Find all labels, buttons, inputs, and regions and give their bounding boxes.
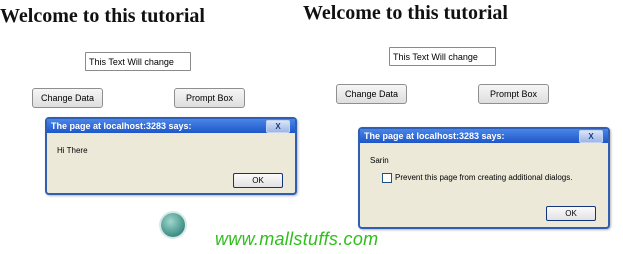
text-input-right[interactable]: This Text Will change xyxy=(389,47,496,66)
change-data-button-right[interactable]: Change Data xyxy=(336,84,407,104)
seal-logo xyxy=(161,213,185,237)
dialog-title-bar: The page at localhost:3283 says: X xyxy=(47,119,295,133)
watermark-text: www.mallstuffs.com xyxy=(215,229,379,249)
ok-button[interactable]: OK xyxy=(546,206,596,221)
change-data-button-left[interactable]: Change Data xyxy=(32,88,103,108)
close-icon[interactable]: X xyxy=(266,120,290,133)
dialog-title: The page at localhost:3283 says: xyxy=(51,121,192,131)
prevent-dialogs-label[interactable]: Prevent this page from creating addition… xyxy=(395,173,572,182)
prompt-box-button-left[interactable]: Prompt Box xyxy=(174,88,245,108)
dialog-title: The page at localhost:3283 says: xyxy=(364,131,505,141)
page-heading-right: Welcome to this tutorial xyxy=(303,2,508,24)
dialog-title-bar: The page at localhost:3283 says: X xyxy=(360,129,608,143)
alert-dialog-left: The page at localhost:3283 says: X Hi Th… xyxy=(45,117,297,195)
alert-dialog-right: The page at localhost:3283 says: X Sarin… xyxy=(358,127,610,229)
close-icon[interactable]: X xyxy=(579,130,603,143)
ok-button[interactable]: OK xyxy=(233,173,283,188)
page-heading-left: Welcome to this tutorial xyxy=(0,5,205,27)
text-input-left[interactable]: This Text Will change xyxy=(85,52,191,71)
prevent-dialogs-checkbox[interactable] xyxy=(382,173,392,183)
prompt-box-button-right[interactable]: Prompt Box xyxy=(478,84,549,104)
dialog-message: Sarin xyxy=(370,156,389,165)
dialog-message: Hi There xyxy=(57,146,88,155)
